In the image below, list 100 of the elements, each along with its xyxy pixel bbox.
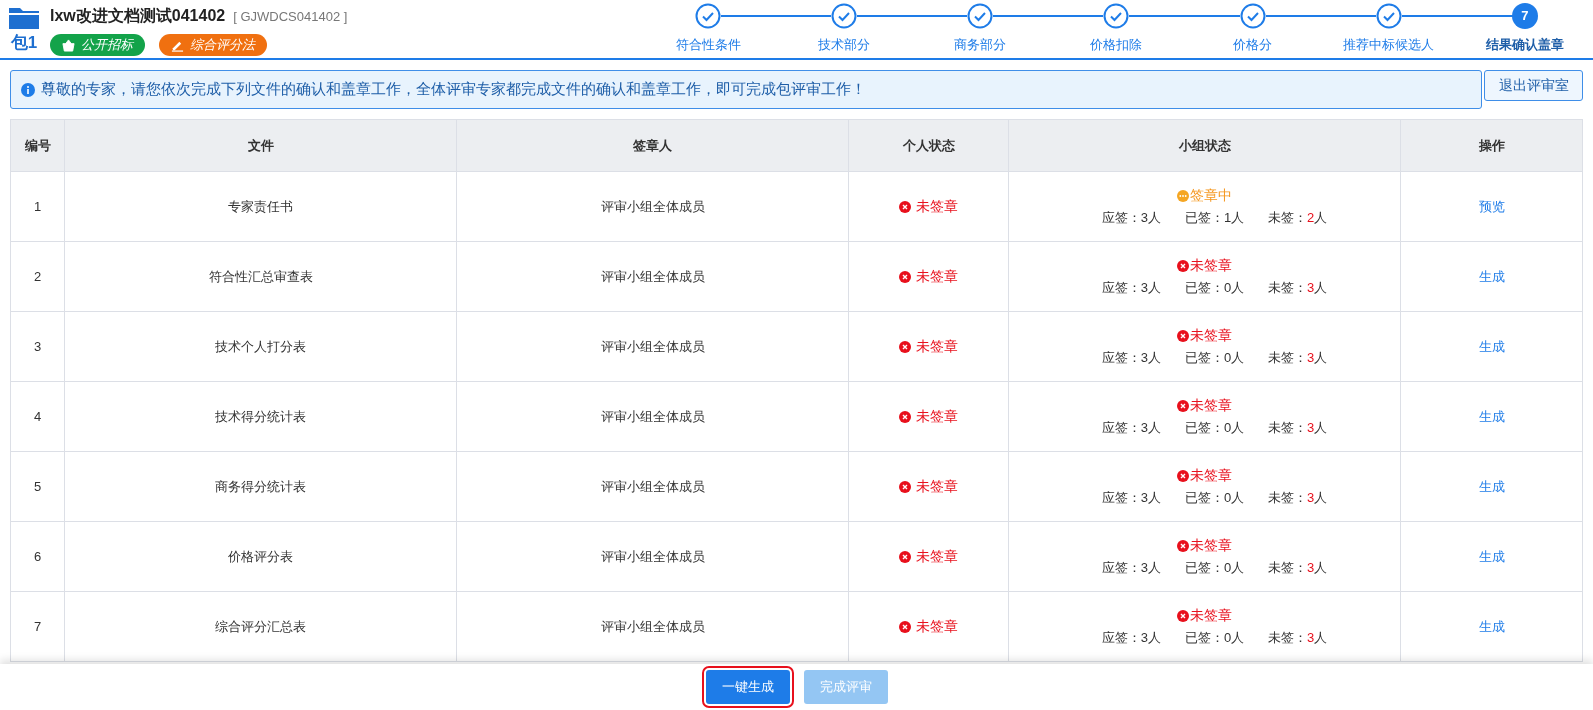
row-number: 6 <box>33 548 42 564</box>
sign-count: 应签：3人 <box>1101 349 1161 368</box>
group-status: 未签章 <box>1190 466 1232 486</box>
error-circle-icon <box>1177 539 1189 552</box>
signer-name: 评审小组全体成员 <box>600 408 705 424</box>
file-name: 综合评分汇总表 <box>215 618 306 634</box>
error-circle-icon <box>899 620 911 633</box>
row-number: 7 <box>33 618 42 634</box>
action-link[interactable]: 生成 <box>1478 268 1505 284</box>
file-name: 商务得分统计表 <box>215 478 306 494</box>
error-circle-icon <box>1177 259 1189 272</box>
sign-count: 未签：3人 <box>1268 629 1328 648</box>
group-status: 未签章 <box>1190 326 1232 346</box>
tag-label: 公开招标 <box>81 36 133 55</box>
sign-count: 应签：3人 <box>1101 629 1161 648</box>
column-header: 编号 <box>24 137 51 153</box>
personal-status: 未签章 <box>916 407 958 426</box>
step-label[interactable]: 价格扣除 <box>1090 35 1143 55</box>
column-header: 个人状态 <box>902 137 955 153</box>
step-label[interactable]: 结果确认盖章 <box>1485 35 1564 55</box>
signer-name: 评审小组全体成员 <box>600 618 705 634</box>
info-icon <box>21 82 35 97</box>
signer-name: 评审小组全体成员 <box>600 548 705 564</box>
sign-count: 应签：3人 <box>1101 419 1161 438</box>
row-number: 1 <box>33 198 42 214</box>
step-label[interactable]: 技术部分 <box>818 35 871 55</box>
sign-count: 已签：0人 <box>1184 419 1245 438</box>
basket-icon <box>62 38 75 52</box>
file-name: 专家责任书 <box>228 198 293 214</box>
sign-count: 已签：0人 <box>1184 559 1245 578</box>
document-code: [ GJWDCS041402 ] <box>233 8 348 26</box>
error-circle-icon <box>899 480 911 493</box>
file-name: 符合性汇总审查表 <box>208 268 313 284</box>
sign-count: 已签：0人 <box>1184 279 1245 298</box>
row-number: 3 <box>33 338 42 354</box>
sign-count: 已签：0人 <box>1184 349 1245 368</box>
personal-status: 未签章 <box>916 267 958 286</box>
tag-label: 综合评分法 <box>190 36 255 55</box>
signer-name: 评审小组全体成员 <box>600 338 705 354</box>
row-number: 4 <box>33 408 42 424</box>
action-link[interactable]: 生成 <box>1478 618 1505 634</box>
action-link[interactable]: 生成 <box>1478 338 1505 354</box>
sign-count: 应签：3人 <box>1101 559 1161 578</box>
action-link[interactable]: 生成 <box>1478 548 1505 564</box>
action-link[interactable]: 预览 <box>1478 198 1505 214</box>
row-number: 2 <box>33 268 42 284</box>
group-status: 未签章 <box>1190 396 1232 416</box>
step-label[interactable]: 商务部分 <box>954 35 1007 55</box>
action-link[interactable]: 生成 <box>1478 478 1505 494</box>
step-label[interactable]: 推荐中标候选人 <box>1343 35 1435 55</box>
notice-text: 尊敬的专家，请您依次完成下列文件的确认和盖章工作，全体评审专家都完成文件的确认和盖章工作，即可完成包评审工作！ <box>41 79 866 100</box>
group-status: 未签章 <box>1190 256 1232 276</box>
sign-count: 未签：3人 <box>1268 489 1328 508</box>
error-circle-icon <box>899 340 911 353</box>
sign-count: 已签：0人 <box>1184 629 1245 648</box>
sign-count: 应签：3人 <box>1101 209 1161 228</box>
sign-count: 未签：3人 <box>1268 279 1328 298</box>
group-status: 未签章 <box>1190 536 1232 556</box>
step-number: 7 <box>1511 3 1538 29</box>
error-circle-icon <box>899 550 911 563</box>
step-label[interactable]: 符合性条件 <box>675 35 741 55</box>
file-name: 技术个人打分表 <box>215 338 306 354</box>
action-link[interactable]: 生成 <box>1478 408 1505 424</box>
group-status: 未签章 <box>1190 606 1232 626</box>
group-status: 签章中 <box>1190 186 1232 206</box>
column-header: 操作 <box>1478 137 1505 153</box>
error-circle-icon <box>899 410 911 423</box>
column-header: 文件 <box>247 137 274 153</box>
document-title: lxw改进文档测试041402 <box>50 6 226 26</box>
sign-count: 应签：3人 <box>1101 489 1161 508</box>
column-header: 签章人 <box>633 137 672 153</box>
personal-status: 未签章 <box>916 547 958 566</box>
sign-count: 未签：2人 <box>1268 209 1328 228</box>
personal-status: 未签章 <box>916 477 958 496</box>
signer-name: 评审小组全体成员 <box>600 268 705 284</box>
personal-status: 未签章 <box>916 337 958 356</box>
sign-count: 已签：0人 <box>1184 489 1245 508</box>
more-circle-icon <box>1177 189 1189 202</box>
file-name: 技术得分统计表 <box>215 408 306 424</box>
personal-status: 未签章 <box>916 617 958 636</box>
sign-count: 未签：3人 <box>1268 559 1328 578</box>
sign-count: 已签：1人 <box>1184 209 1245 228</box>
step-label[interactable]: 价格分 <box>1233 35 1273 55</box>
exit-review-room-button[interactable]: 退出评审室 <box>1484 70 1583 101</box>
error-circle-icon <box>1177 609 1189 622</box>
error-circle-icon <box>1177 399 1189 412</box>
column-header: 小组状态 <box>1178 137 1231 153</box>
error-circle-icon <box>899 200 911 213</box>
error-circle-icon <box>899 270 911 283</box>
error-circle-icon <box>1177 329 1189 342</box>
personal-status: 未签章 <box>916 197 958 216</box>
row-number: 5 <box>33 478 42 494</box>
error-circle-icon <box>1177 469 1189 482</box>
package-label: 包1 <box>10 34 38 51</box>
sign-count: 未签：3人 <box>1268 419 1328 438</box>
signer-name: 评审小组全体成员 <box>600 478 705 494</box>
sign-count: 未签：3人 <box>1268 349 1328 368</box>
signer-name: 评审小组全体成员 <box>600 198 705 214</box>
file-name: 价格评分表 <box>228 548 293 564</box>
sign-count: 应签：3人 <box>1101 279 1161 298</box>
